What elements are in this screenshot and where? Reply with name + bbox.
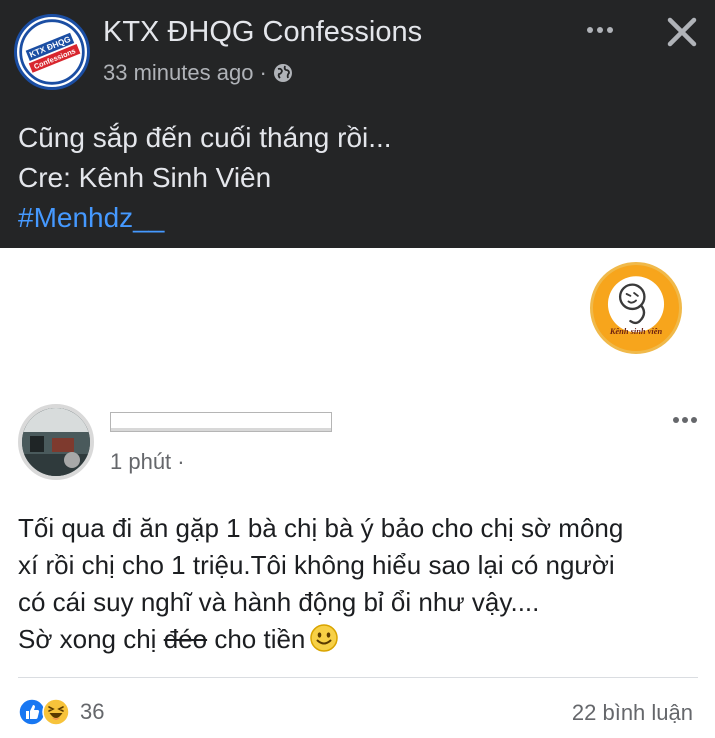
reaction-count: 36: [80, 699, 105, 724]
inner-text-last-line: Sờ xong chị đéo cho tiền: [18, 621, 623, 658]
inner-post-text: Tối qua đi ăn gặp 1 bà chị bà ý bảo cho …: [18, 510, 623, 658]
inner-post-avatar: [18, 404, 94, 480]
inner-text-line: có cái suy nghĩ và hành động bỉ ổi như v…: [18, 587, 540, 617]
page-logo: KTX ĐHQG Confessions: [19, 19, 85, 85]
post-text-line: Cũng sắp đến cuối tháng rồi...: [18, 122, 392, 153]
kenh-sinh-vien-logo: Kênh sinh viên: [590, 262, 682, 354]
post-meta: 33 minutes ago ·: [103, 60, 293, 86]
post-text: Cũng sắp đến cuối tháng rồi... Cre: Kênh…: [18, 118, 392, 238]
more-options-icon: [587, 27, 593, 33]
inner-more-options-icon: [665, 408, 705, 432]
inner-post-time: 1 phút: [110, 449, 172, 474]
inner-post-meta: 1 phút ·: [110, 449, 185, 475]
page-avatar[interactable]: KTX ĐHQG Confessions: [14, 14, 90, 90]
post-time[interactable]: 33 minutes ago: [103, 60, 253, 86]
post-text-line: Cre: Kênh Sinh Viên: [18, 162, 272, 193]
page-name[interactable]: KTX ĐHQG Confessions: [103, 16, 422, 49]
globe-icon: [273, 64, 292, 82]
inner-text-line: xí rồi chị cho 1 triệu.Tôi không hiểu sa…: [18, 550, 615, 580]
struck-word: đéo: [163, 624, 208, 654]
more-options-button[interactable]: [578, 10, 622, 50]
last-line-prefix: Sờ xong chị: [18, 624, 157, 654]
smile-emoji-icon: [310, 624, 339, 652]
reactions-summary: 36: [18, 698, 104, 726]
divider: [18, 677, 698, 678]
kenh-logo-text: Kênh sinh viên: [609, 327, 663, 336]
inner-meta-separator: ·: [177, 449, 185, 474]
redacted-author-name: [110, 412, 332, 432]
last-line-suffix: cho tiền: [214, 624, 306, 654]
close-icon[interactable]: [660, 10, 704, 54]
meta-separator: ·: [259, 60, 267, 85]
shared-image[interactable]: Kênh sinh viên 1 phút · Tối qua đi ăn gặ…: [0, 248, 715, 738]
haha-icon: [42, 698, 70, 726]
comment-count: 22 bình luận: [571, 700, 693, 725]
hashtag-link[interactable]: #Menhdz__: [18, 198, 392, 238]
inner-text-line: Tối qua đi ăn gặp 1 bà chị bà ý bảo cho …: [18, 513, 624, 543]
facebook-post: KTX ĐHQG Confessions KTX ĐHQG Confession…: [0, 0, 715, 248]
